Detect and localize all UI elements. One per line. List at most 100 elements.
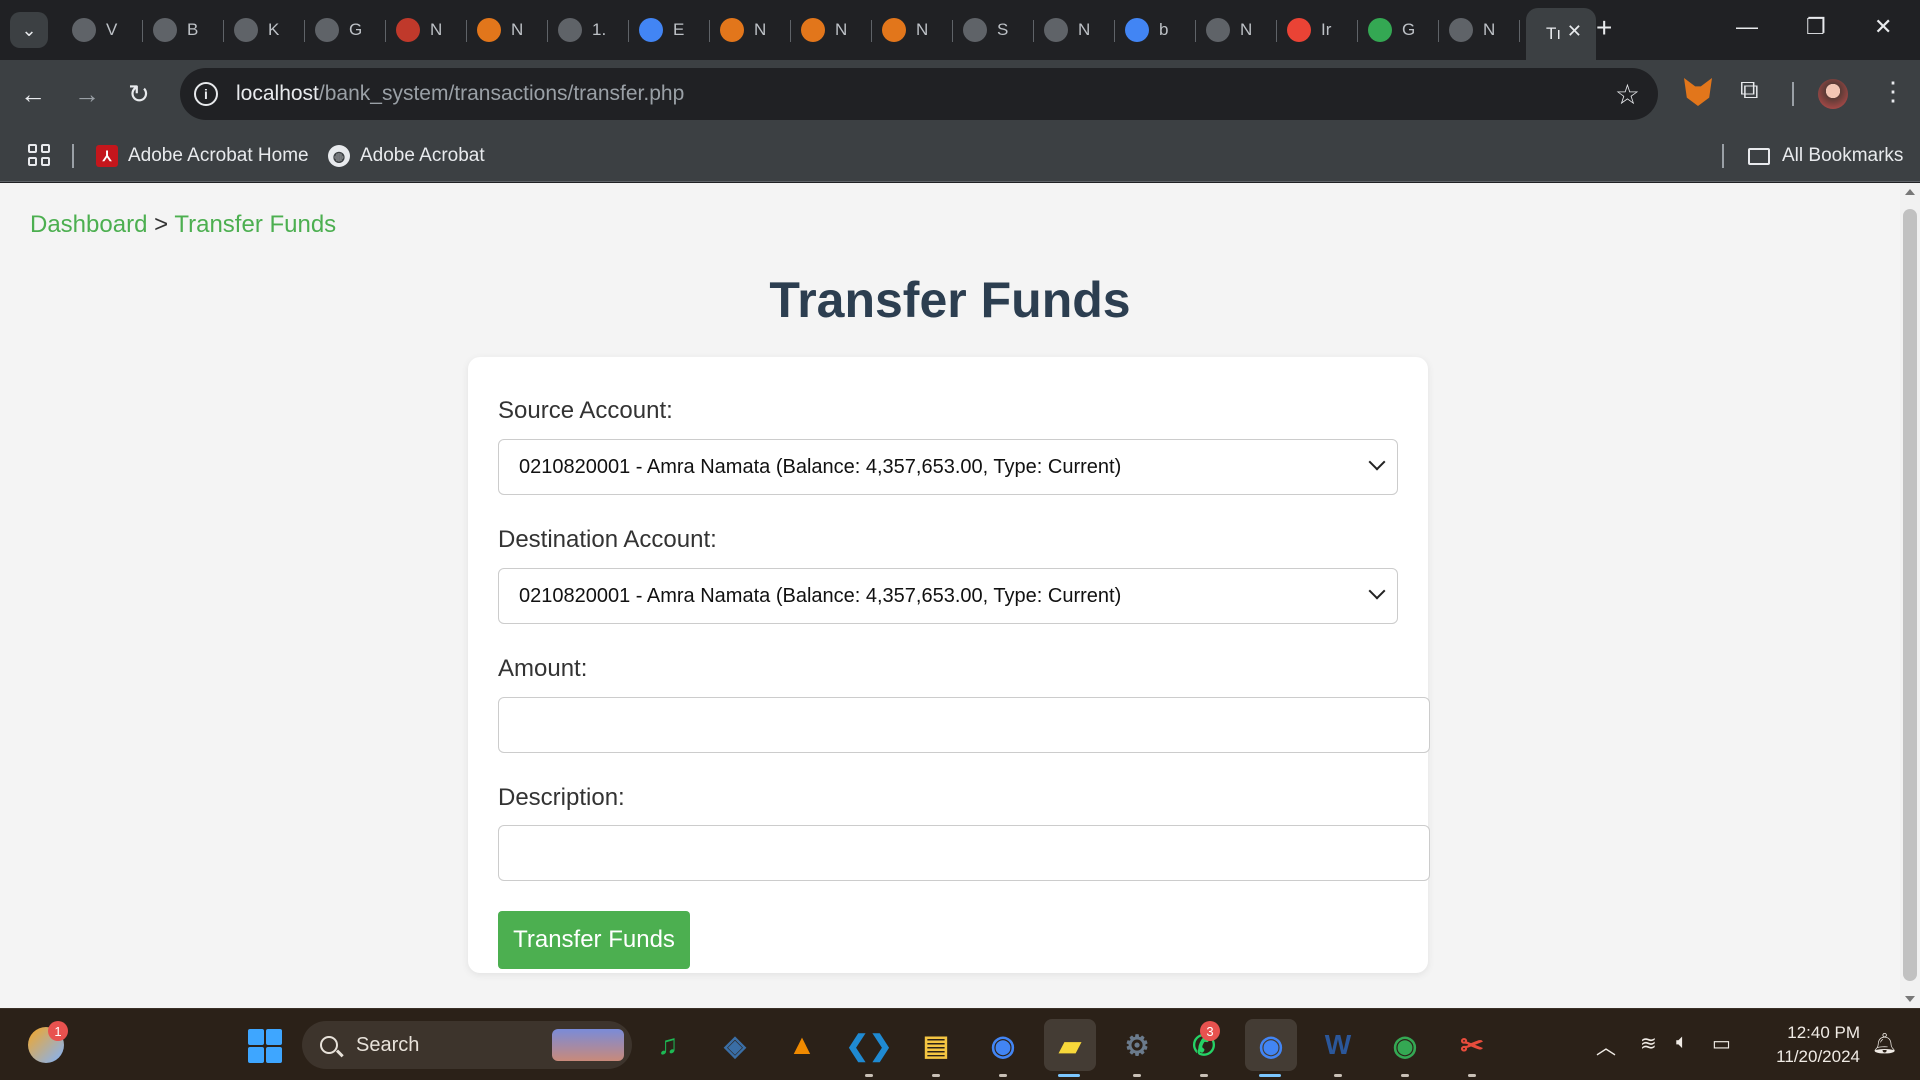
chrome-icon [1449, 18, 1473, 42]
spotify-glyph: ♫ [657, 1029, 679, 1060]
metamask-extension-icon[interactable] [1684, 78, 1712, 106]
running-indicator [999, 1074, 1007, 1077]
transfer-form-card: Source Account: 0210820001 - Amra Namata… [468, 357, 1430, 973]
source-account-label: Source Account: [498, 397, 673, 424]
forward-button[interactable]: → [74, 80, 100, 108]
windows-start-icon[interactable] [248, 1029, 282, 1063]
back-button[interactable]: ← [20, 80, 46, 108]
gmail-icon [1287, 18, 1311, 42]
browser-tab[interactable]: b [1115, 8, 1196, 52]
active-browser-tab[interactable]: Tı ✕ [1526, 8, 1596, 60]
snipping-tool-glyph: ✂ [1460, 1029, 1484, 1061]
address-bar[interactable]: i localhost/bank_system/transactions/tra… [180, 68, 1658, 120]
chrome-icon [1206, 18, 1230, 42]
taskbar-app-file-explorer-icon[interactable]: ▤ [916, 1025, 956, 1077]
browser-tab[interactable]: N [1196, 8, 1277, 52]
browser-tab[interactable]: N [791, 8, 872, 52]
scroll-up-arrow-icon[interactable] [1905, 189, 1915, 195]
browser-tab[interactable]: G [305, 8, 386, 52]
browser-tab[interactable]: Ir [1277, 8, 1358, 52]
browser-tab[interactable]: V [62, 8, 143, 52]
taskbar-app-vlc-icon[interactable]: ▲ [782, 1025, 822, 1065]
page-title: Transfer Funds [769, 272, 1131, 328]
bookmark-adobe-acrobat[interactable]: ◍ Adobe Acrobat [328, 142, 485, 170]
taskbar-app-snipping-tool-icon[interactable]: ✂ [1452, 1025, 1492, 1077]
amount-input[interactable] [498, 697, 1430, 753]
toolbar-divider [1792, 82, 1794, 106]
tab-strip: ⌄ V B K G N N 1. E N N N S Nb N Ir G N Tı ✕ + — ❐ ✕ [0, 0, 1920, 60]
vscode-glyph: ❮❯ [845, 1029, 893, 1061]
page-scrollbar[interactable] [1900, 183, 1920, 1008]
taskbar-search-placeholder: Search [356, 1033, 420, 1056]
taskbar-search-box[interactable]: Search [302, 1021, 632, 1069]
breadcrumb-transfer-funds-link[interactable]: Transfer Funds [174, 211, 336, 238]
all-bookmarks-label: All Bookmarks [1782, 145, 1904, 166]
description-input[interactable] [498, 825, 1430, 881]
close-window-button[interactable]: ✕ [1874, 14, 1892, 40]
browser-tab[interactable]: G [1358, 8, 1439, 52]
browser-tab[interactable]: E [629, 8, 710, 52]
browser-tab[interactable]: N [872, 8, 953, 52]
all-bookmarks-button[interactable]: All Bookmarks [1748, 142, 1903, 170]
transfer-funds-button[interactable]: Transfer Funds [498, 911, 690, 969]
volume-icon[interactable]: 🔈︎ [1676, 1031, 1688, 1054]
tab-title: K [268, 20, 280, 39]
running-indicator [1468, 1074, 1476, 1077]
taskbar-app-virtualbox-icon[interactable]: ◈ [715, 1025, 755, 1065]
browser-tab[interactable]: K [224, 8, 305, 52]
scrollbar-thumb[interactable] [1903, 209, 1917, 981]
breadcrumb-dashboard-link[interactable]: Dashboard [30, 211, 147, 238]
taskbar-app-chrome-icon[interactable]: ◉ [983, 1025, 1023, 1077]
browser-tab[interactable]: N [1034, 8, 1115, 52]
wifi-icon[interactable]: ≋ [1640, 1031, 1657, 1056]
browser-tab[interactable]: S [953, 8, 1034, 52]
extensions-puzzle-icon[interactable]: ⧉ [1740, 74, 1759, 106]
site-info-icon[interactable]: i [194, 82, 218, 106]
new-tab-button[interactable]: + [1596, 14, 1612, 42]
notification-bell-icon[interactable]: 🔔︎ [1872, 1031, 1897, 1056]
browser-tab[interactable]: B [143, 8, 224, 52]
browser-tab[interactable]: N [710, 8, 791, 52]
tab-separator [1519, 20, 1520, 42]
system-clock[interactable]: 12:40 PM 11/20/2024 [1740, 1021, 1860, 1069]
tab-title: b [1159, 20, 1169, 39]
tab-search-button[interactable]: ⌄ [10, 12, 48, 48]
reload-button[interactable]: ↻ [128, 80, 150, 108]
battery-icon[interactable]: ▭ [1712, 1031, 1731, 1056]
running-indicator [865, 1074, 873, 1077]
restore-button[interactable]: ❐ [1806, 14, 1826, 40]
profile-avatar[interactable] [1818, 79, 1848, 109]
page-content: Dashboard > Transfer Funds Transfer Fund… [0, 183, 1900, 1008]
globe-icon [315, 18, 339, 42]
browser-tab[interactable]: N [386, 8, 467, 52]
browser-tab[interactable]: N [467, 8, 548, 52]
taskbar-app-spotify-icon[interactable]: ♫ [648, 1025, 688, 1065]
show-hidden-icons-chevron-icon[interactable]: ︿ [1596, 1031, 1616, 1060]
openai-icon [153, 18, 177, 42]
bookmark-adobe-acrobat-home[interactable]: ⅄ Adobe Acrobat Home [96, 142, 309, 170]
source-account-select[interactable]: 0210820001 - Amra Namata (Balance: 4,357… [498, 439, 1398, 495]
taskbar-app-word-icon[interactable]: W [1318, 1025, 1358, 1077]
sticky-notes-glyph: ▰ [1059, 1029, 1081, 1061]
taskbar-app-vscode-icon[interactable]: ❮❯ [846, 1025, 892, 1077]
taskbar-app-chrome-profile-icon[interactable]: ◉ [1245, 1019, 1297, 1077]
browser-menu-icon[interactable]: ⋮ [1880, 78, 1906, 104]
tab-title: N [835, 20, 848, 39]
tab-title: G [1402, 20, 1416, 39]
tab-title: N [1483, 20, 1496, 39]
browser-tab[interactable]: N [1439, 8, 1520, 52]
scroll-down-arrow-icon[interactable] [1905, 996, 1915, 1002]
taskbar-app-sticky-notes-icon[interactable]: ▰ [1044, 1019, 1096, 1077]
taskbar-app-chrome-dev-icon[interactable]: ◉ [1385, 1025, 1425, 1077]
bookmark-star-icon[interactable]: ☆ [1615, 78, 1640, 111]
metamask-icon [477, 18, 501, 42]
apps-grid-icon[interactable] [28, 144, 50, 166]
close-tab-icon[interactable]: ✕ [1567, 21, 1582, 42]
taskbar-app-settings-icon[interactable]: ⚙ [1117, 1025, 1157, 1077]
destination-account-select[interactable]: 0210820001 - Amra Namata (Balance: 4,357… [498, 568, 1398, 624]
minimize-button[interactable]: — [1736, 14, 1758, 40]
url-text[interactable]: localhost/bank_system/transactions/trans… [236, 82, 684, 106]
google-icon [1125, 18, 1149, 42]
browser-tab[interactable]: 1. [548, 8, 629, 52]
bookmark-label: Adobe Acrobat [360, 145, 485, 166]
